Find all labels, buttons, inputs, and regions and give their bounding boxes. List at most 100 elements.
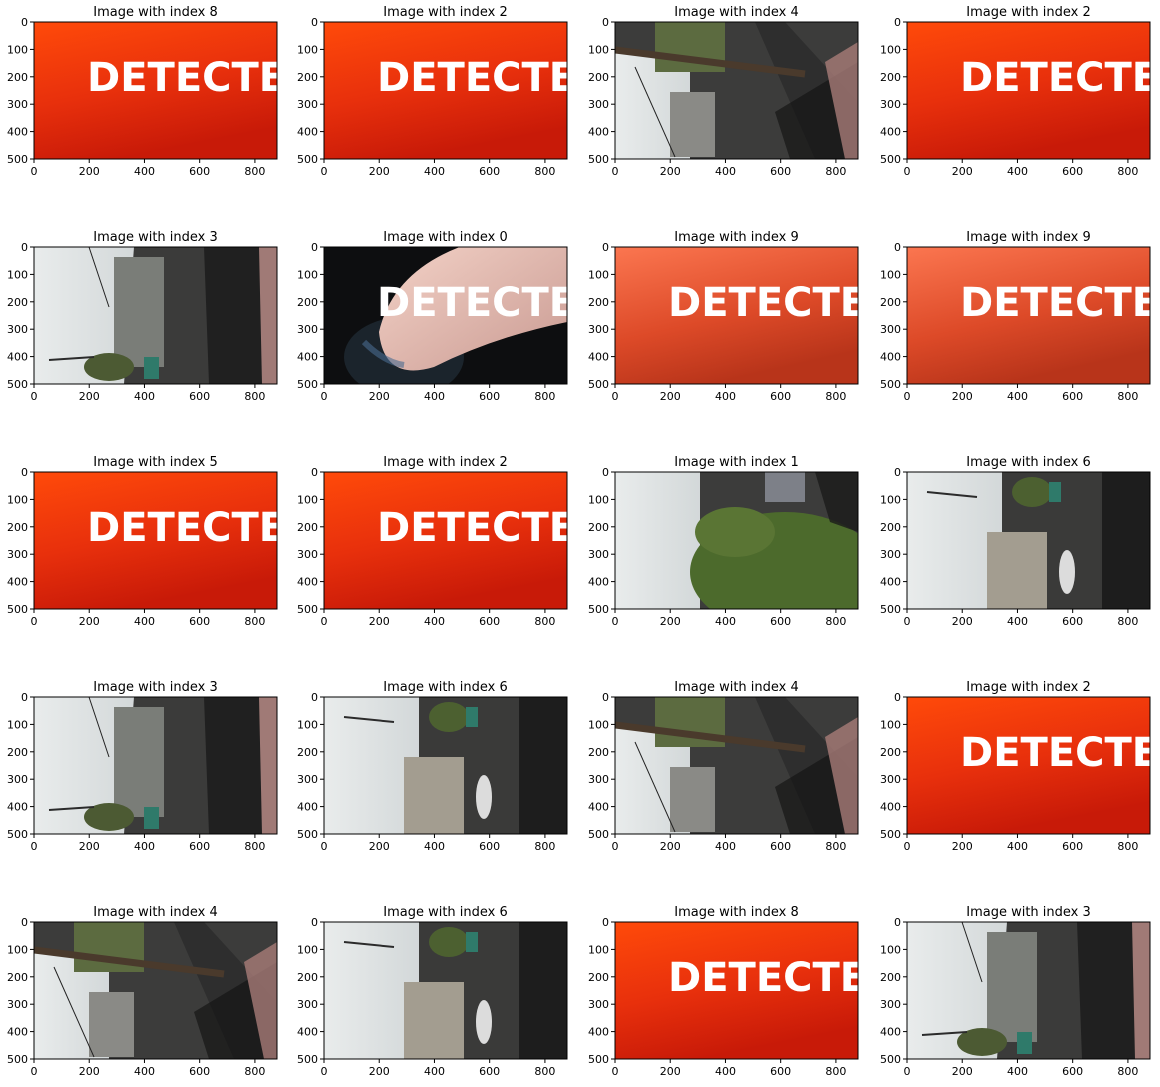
y-tick-label: 200: [880, 521, 901, 534]
x-tick-label: 400: [715, 840, 736, 853]
image-panel: Image with index 301002003004005000 200 40…: [880, 905, 1151, 1078]
y-tick-label: 400: [297, 351, 318, 364]
y-tick-label: 0: [311, 466, 318, 479]
y-tick-label: 500: [588, 153, 609, 166]
image-grid-figure: Image with index 8 DETECTE 0 100 200 300 400 50…: [0, 0, 1160, 1083]
x-tick-label: 600: [1062, 165, 1083, 178]
y-tick-label: 100: [7, 268, 28, 281]
y-tick-label: 0: [894, 241, 901, 254]
panel-image: DETECTE: [324, 22, 567, 159]
y-tick-label: 400: [297, 801, 318, 814]
x-tick-label: 0: [321, 390, 328, 403]
image-panel: Image with index 2 DETECTE 0 100 200 300 400 50…: [880, 5, 1151, 178]
y-tick-label: 400: [297, 126, 318, 139]
y-tick-label: 300: [297, 548, 318, 561]
y-tick-label: 100: [588, 718, 609, 731]
panel-image: [907, 472, 1150, 609]
y-tick-label: 200: [297, 971, 318, 984]
panel-image: DETECTE: [324, 247, 567, 384]
y-tick-label: 500: [588, 828, 609, 841]
y-tick-label: 300: [588, 548, 609, 561]
panel-image: [615, 472, 858, 609]
y-tick-label: 300: [588, 773, 609, 786]
x-tick-label: 400: [134, 165, 155, 178]
x-tick-label: 0: [31, 1065, 38, 1078]
y-tick-label: 100: [588, 43, 609, 56]
y-tick-label: 200: [588, 296, 609, 309]
x-tick-label: 400: [424, 165, 445, 178]
y-tick-label: 500: [588, 1053, 609, 1066]
image-panel: Image with index 9 DETECTE 0 100 200 300 400 50…: [880, 230, 1159, 403]
y-tick-label: 400: [7, 351, 28, 364]
x-tick-label: 200: [79, 615, 100, 628]
x-tick-label: 800: [534, 165, 555, 178]
y-tick-label: 500: [7, 1053, 28, 1066]
y-tick-label: 200: [297, 746, 318, 759]
x-tick-label: 0: [31, 840, 38, 853]
x-tick-label: 0: [904, 390, 911, 403]
x-tick-label: 800: [1117, 840, 1138, 853]
x-tick-label: 200: [952, 1065, 973, 1078]
x-tick-label: 0: [612, 390, 619, 403]
x-tick-label: 200: [79, 840, 100, 853]
x-tick-label: 200: [952, 840, 973, 853]
panel-title: Image with index 4: [93, 905, 218, 920]
y-tick-label: 500: [297, 1053, 318, 1066]
y-tick-label: 200: [297, 296, 318, 309]
panel-image: [907, 922, 1150, 1059]
image-panel: Image with index 601002003004005000 200 40…: [297, 905, 568, 1078]
x-tick-label: 600: [479, 1065, 500, 1078]
y-tick-label: 500: [880, 153, 901, 166]
detect-overlay-text: DETECTE: [960, 280, 1159, 326]
y-tick-label: 100: [297, 43, 318, 56]
x-tick-label: 800: [244, 165, 265, 178]
y-tick-label: 300: [7, 548, 28, 561]
y-tick-label: 100: [880, 718, 901, 731]
y-tick-label: 0: [311, 16, 318, 29]
y-tick-label: 100: [588, 268, 609, 281]
panel-title: Image with index 2: [966, 5, 1091, 20]
x-tick-label: 0: [612, 1065, 619, 1078]
x-tick-label: 200: [369, 840, 390, 853]
panel-title: Image with index 4: [674, 5, 799, 20]
y-tick-label: 500: [588, 603, 609, 616]
y-tick-label: 200: [297, 521, 318, 534]
image-panel: Image with index 8 DETECTE 0 100 200 300 400 50…: [588, 905, 859, 1078]
x-tick-label: 0: [612, 615, 619, 628]
x-tick-label: 400: [1007, 390, 1028, 403]
x-tick-label: 0: [612, 840, 619, 853]
y-tick-label: 400: [297, 576, 318, 589]
x-tick-label: 400: [134, 1065, 155, 1078]
image-panel: Image with index 5 DETECTE 0 100 200 300 400 50…: [7, 455, 278, 628]
x-tick-label: 400: [1007, 840, 1028, 853]
image-panel: Image with index 2 DETECTE 0 100 200 300 400 50…: [297, 455, 568, 628]
panel-image: DETECTE: [907, 22, 1150, 159]
y-tick-label: 0: [21, 241, 28, 254]
panel-image: [34, 247, 277, 384]
panel-image: DETECTE: [34, 472, 277, 609]
y-tick-label: 200: [7, 521, 28, 534]
x-tick-label: 400: [715, 615, 736, 628]
x-tick-label: 0: [31, 615, 38, 628]
x-tick-label: 800: [244, 840, 265, 853]
y-tick-label: 0: [602, 466, 609, 479]
y-tick-label: 200: [880, 296, 901, 309]
y-tick-label: 300: [297, 98, 318, 111]
image-panel: Image with index 401002003004005000 200 40…: [588, 5, 859, 178]
panel-title: Image with index 8: [93, 5, 218, 20]
x-tick-label: 800: [1117, 390, 1138, 403]
x-tick-label: 0: [321, 840, 328, 853]
x-tick-label: 200: [660, 840, 681, 853]
y-tick-label: 300: [7, 773, 28, 786]
y-tick-label: 0: [602, 241, 609, 254]
y-tick-label: 400: [880, 801, 901, 814]
x-tick-label: 400: [1007, 615, 1028, 628]
x-tick-label: 200: [660, 390, 681, 403]
y-tick-label: 300: [7, 98, 28, 111]
x-tick-label: 200: [79, 165, 100, 178]
image-panel: Image with index 401002003004005000 200 40…: [588, 680, 859, 853]
y-tick-label: 500: [880, 603, 901, 616]
y-tick-label: 100: [588, 493, 609, 506]
y-tick-label: 100: [588, 943, 609, 956]
x-tick-label: 800: [244, 1065, 265, 1078]
